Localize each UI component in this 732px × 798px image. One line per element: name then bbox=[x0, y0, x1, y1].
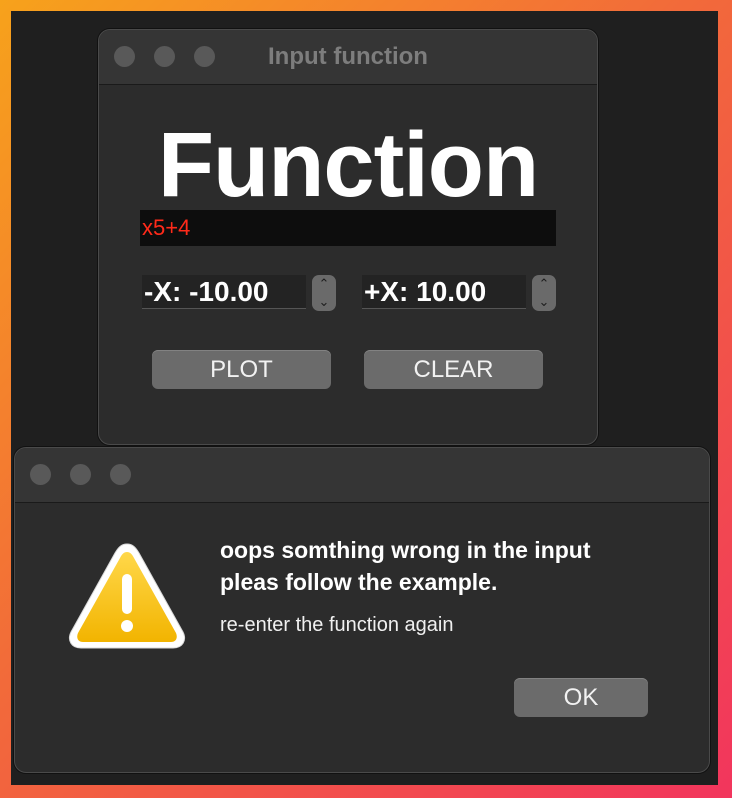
close-window-button[interactable] bbox=[30, 464, 51, 485]
zoom-window-button[interactable] bbox=[110, 464, 131, 485]
chevron-up-icon[interactable]: ⌃ bbox=[312, 275, 336, 293]
chevron-down-icon[interactable]: ⌄ bbox=[312, 293, 336, 311]
alert-message-line-2: pleas follow the example. bbox=[220, 569, 498, 595]
ok-button[interactable]: OK bbox=[514, 678, 648, 717]
min-x-stepper[interactable]: ⌃ ⌄ bbox=[312, 275, 336, 311]
function-heading: Function bbox=[157, 114, 539, 216]
min-x-field[interactable]: -X: -10.00 bbox=[142, 275, 306, 309]
alert-informative-text: re-enter the function again bbox=[220, 614, 454, 636]
chevron-up-icon[interactable]: ⌃ bbox=[532, 275, 556, 293]
chevron-down-icon[interactable]: ⌄ bbox=[532, 293, 556, 311]
window-title: Input function bbox=[268, 43, 428, 70]
max-x-field[interactable]: +X: 10.00 bbox=[362, 275, 526, 309]
plot-button[interactable]: PLOT bbox=[152, 350, 331, 389]
min-x-label: -X: bbox=[144, 276, 182, 307]
function-input[interactable] bbox=[140, 210, 556, 246]
max-x-label: +X: bbox=[364, 276, 409, 307]
title-bar: Input function bbox=[99, 30, 597, 85]
min-x-value: -10.00 bbox=[189, 276, 269, 307]
clear-button[interactable]: CLEAR bbox=[364, 350, 543, 389]
title-bar bbox=[15, 448, 709, 503]
max-x-value: 10.00 bbox=[416, 276, 487, 307]
alert-message: oops somthing wrong in the input pleas f… bbox=[220, 534, 680, 598]
max-x-stepper[interactable]: ⌃ ⌄ bbox=[532, 275, 556, 311]
input-function-window: Input function Function -X: -10.00 ⌃ ⌄ +… bbox=[98, 29, 598, 445]
alert-message-line-1: oops somthing wrong in the input bbox=[220, 537, 591, 563]
warning-icon bbox=[68, 543, 186, 649]
minimize-window-button[interactable] bbox=[70, 464, 91, 485]
error-alert-dialog: oops somthing wrong in the input pleas f… bbox=[14, 447, 710, 773]
